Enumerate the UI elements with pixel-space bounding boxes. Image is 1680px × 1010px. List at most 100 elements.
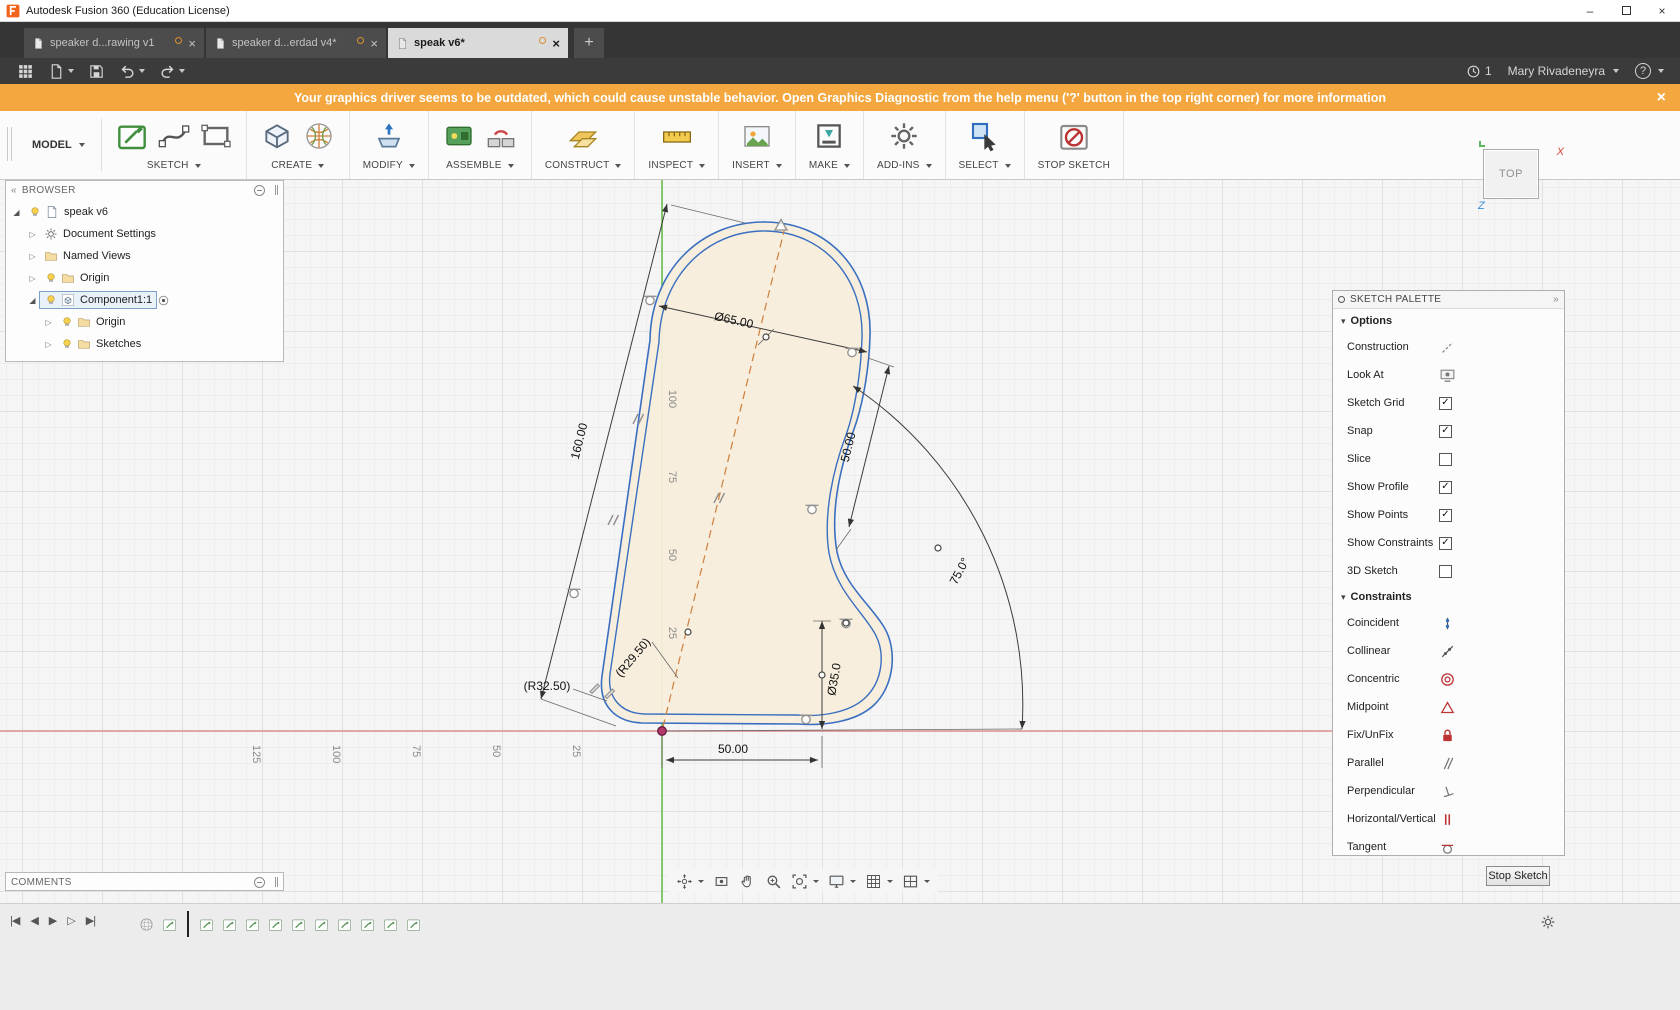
close-button[interactable]: × bbox=[1644, 0, 1680, 22]
palette-constraint-fix-unfix[interactable]: Fix/UnFix bbox=[1333, 721, 1564, 749]
fit-button[interactable] bbox=[789, 872, 821, 891]
zoom-button[interactable] bbox=[763, 872, 784, 891]
horizontal-vertical-icon[interactable] bbox=[1439, 811, 1456, 828]
expander-icon[interactable] bbox=[26, 252, 39, 261]
measure-button[interactable] bbox=[660, 119, 694, 156]
document-tab[interactable]: speaker d...rawing v1 × bbox=[24, 28, 204, 58]
sketch-feature-icon[interactable] bbox=[405, 916, 422, 933]
checkbox[interactable] bbox=[1439, 452, 1452, 466]
play-icon[interactable]: ▶ bbox=[49, 914, 58, 927]
step-back-icon[interactable]: ◀ bbox=[30, 914, 39, 927]
sketch-feature-icon[interactable] bbox=[244, 916, 261, 933]
checkbox[interactable]: ✓ bbox=[1439, 508, 1452, 522]
skip-start-icon[interactable]: |◀ bbox=[10, 914, 20, 927]
checkbox[interactable]: ✓ bbox=[1439, 396, 1452, 410]
viewcube[interactable]: TOP X Z bbox=[1474, 140, 1566, 212]
ribbon-group-label[interactable]: INSPECT bbox=[648, 160, 706, 171]
checkbox[interactable] bbox=[1439, 564, 1452, 578]
palette-constraint-tangent[interactable]: Tangent bbox=[1333, 833, 1564, 856]
step-forward-icon[interactable]: ▷ bbox=[67, 914, 76, 927]
palette-constraint-coincident[interactable]: Coincident bbox=[1333, 609, 1564, 637]
file-button[interactable] bbox=[41, 58, 81, 84]
ribbon-group-label[interactable]: SKETCH bbox=[147, 160, 201, 171]
timeline-settings-gear-icon[interactable] bbox=[1540, 914, 1556, 930]
palette-option-look-at[interactable]: Look At bbox=[1333, 361, 1564, 389]
pan-button[interactable] bbox=[737, 872, 758, 891]
ribbon-group-label[interactable]: INSERT bbox=[732, 160, 782, 171]
tangent-constraint-glyph-icon[interactable] bbox=[643, 295, 657, 306]
dim-angle-label[interactable]: 75.0° bbox=[947, 555, 973, 587]
construction-line-icon[interactable] bbox=[1439, 339, 1456, 356]
tree-item-document-settings[interactable]: Document Settings bbox=[6, 223, 283, 245]
midpoint-icon[interactable] bbox=[1439, 699, 1456, 716]
parallel-constraint-glyph-icon[interactable] bbox=[607, 514, 620, 526]
redo-button[interactable] bbox=[152, 58, 192, 84]
checkbox[interactable]: ✓ bbox=[1439, 424, 1452, 438]
tree-item-origin[interactable]: Origin bbox=[6, 311, 283, 333]
undo-button[interactable] bbox=[112, 58, 152, 84]
perpendicular-icon[interactable] bbox=[1439, 783, 1456, 800]
collapse-panel-icon[interactable]: « bbox=[11, 185, 17, 196]
dim-width-bottom-label[interactable]: 50.00 bbox=[718, 742, 748, 756]
tree-item-speak-v6[interactable]: speak v6 bbox=[6, 201, 283, 223]
sketch-feature-icon[interactable] bbox=[161, 916, 178, 933]
dim-radius-corner-label[interactable]: (R32.50) bbox=[524, 679, 571, 693]
palette-constraint-midpoint[interactable]: Midpoint bbox=[1333, 693, 1564, 721]
sketch-feature-icon[interactable] bbox=[198, 916, 215, 933]
sketch-feature-icon[interactable] bbox=[336, 916, 353, 933]
tangent-constraint-glyph-icon[interactable] bbox=[567, 588, 581, 599]
parallel-icon[interactable] bbox=[1439, 755, 1456, 772]
palette-constraint-collinear[interactable]: Collinear bbox=[1333, 637, 1564, 665]
palette-constraint-horizontal-vertical[interactable]: Horizontal/Vertical bbox=[1333, 805, 1564, 833]
new-tab-button[interactable]: + bbox=[574, 28, 604, 58]
maximize-button[interactable] bbox=[1608, 0, 1644, 22]
ribbon-group-label[interactable]: MODIFY bbox=[363, 160, 415, 171]
document-tab[interactable]: speaker d...erdad v4* × bbox=[206, 28, 386, 58]
ribbon-group-label[interactable]: MAKE bbox=[809, 160, 850, 171]
palette-option-show-constraints[interactable]: Show Constraints ✓ bbox=[1333, 529, 1564, 557]
viewcube-face[interactable]: TOP bbox=[1483, 149, 1539, 199]
sketch-feature-icon[interactable] bbox=[290, 916, 307, 933]
stop-sketch-button[interactable] bbox=[1057, 119, 1091, 156]
workspace-selector[interactable]: MODEL bbox=[16, 111, 101, 179]
skip-end-icon[interactable]: ▶| bbox=[86, 914, 96, 927]
palette-option-show-points[interactable]: Show Points ✓ bbox=[1333, 501, 1564, 529]
make-button[interactable] bbox=[812, 119, 846, 156]
spline-button[interactable] bbox=[157, 119, 191, 156]
palette-constraint-perpendicular[interactable]: Perpendicular bbox=[1333, 777, 1564, 805]
expander-icon[interactable] bbox=[26, 296, 39, 305]
ribbon-group-label[interactable]: ADD-INS bbox=[877, 160, 932, 171]
checkbox[interactable]: ✓ bbox=[1439, 536, 1452, 550]
tangent-icon[interactable] bbox=[1439, 839, 1456, 856]
sphere-feature-icon[interactable] bbox=[138, 916, 155, 933]
palette-option-sketch-grid[interactable]: Sketch Grid ✓ bbox=[1333, 389, 1564, 417]
grid-settings-button[interactable] bbox=[863, 872, 895, 891]
orbit-button[interactable] bbox=[674, 872, 706, 891]
tree-item-component1-1[interactable]: Component1:1 bbox=[6, 289, 283, 311]
warning-close-icon[interactable]: × bbox=[1657, 89, 1666, 107]
comments-header[interactable]: COMMENTS bbox=[6, 873, 283, 891]
addins-gear-button[interactable] bbox=[887, 119, 921, 156]
circle-minus-icon[interactable] bbox=[254, 876, 265, 888]
user-menu[interactable]: Mary Rivadeneyra bbox=[1508, 64, 1619, 78]
panel-drag-handle[interactable] bbox=[275, 877, 278, 887]
box-button[interactable] bbox=[260, 119, 294, 156]
ribbon-group-label[interactable]: CREATE bbox=[271, 160, 325, 171]
press-pull-button[interactable] bbox=[372, 119, 406, 156]
tree-item-named-views[interactable]: Named Views bbox=[6, 245, 283, 267]
help-button[interactable]: ? bbox=[1635, 63, 1664, 79]
document-tab[interactable]: speak v6* × bbox=[388, 28, 568, 58]
panel-drag-handle[interactable] bbox=[275, 185, 278, 195]
palette-constraint-parallel[interactable]: Parallel bbox=[1333, 749, 1564, 777]
palette-header[interactable]: SKETCH PALETTE » bbox=[1333, 291, 1564, 309]
tab-close-icon[interactable]: × bbox=[552, 36, 560, 51]
ribbon-group-label[interactable]: STOP SKETCH bbox=[1038, 160, 1110, 171]
tree-item-origin[interactable]: Origin bbox=[6, 267, 283, 289]
palette-option-construction[interactable]: Construction bbox=[1333, 333, 1564, 361]
origin-point[interactable] bbox=[657, 726, 667, 736]
sketch-feature-icon[interactable] bbox=[221, 916, 238, 933]
plane-button[interactable] bbox=[566, 119, 600, 156]
form-sphere-button[interactable] bbox=[302, 119, 336, 156]
palette-constraint-concentric[interactable]: Concentric bbox=[1333, 665, 1564, 693]
minimize-button[interactable]: – bbox=[1572, 0, 1608, 22]
